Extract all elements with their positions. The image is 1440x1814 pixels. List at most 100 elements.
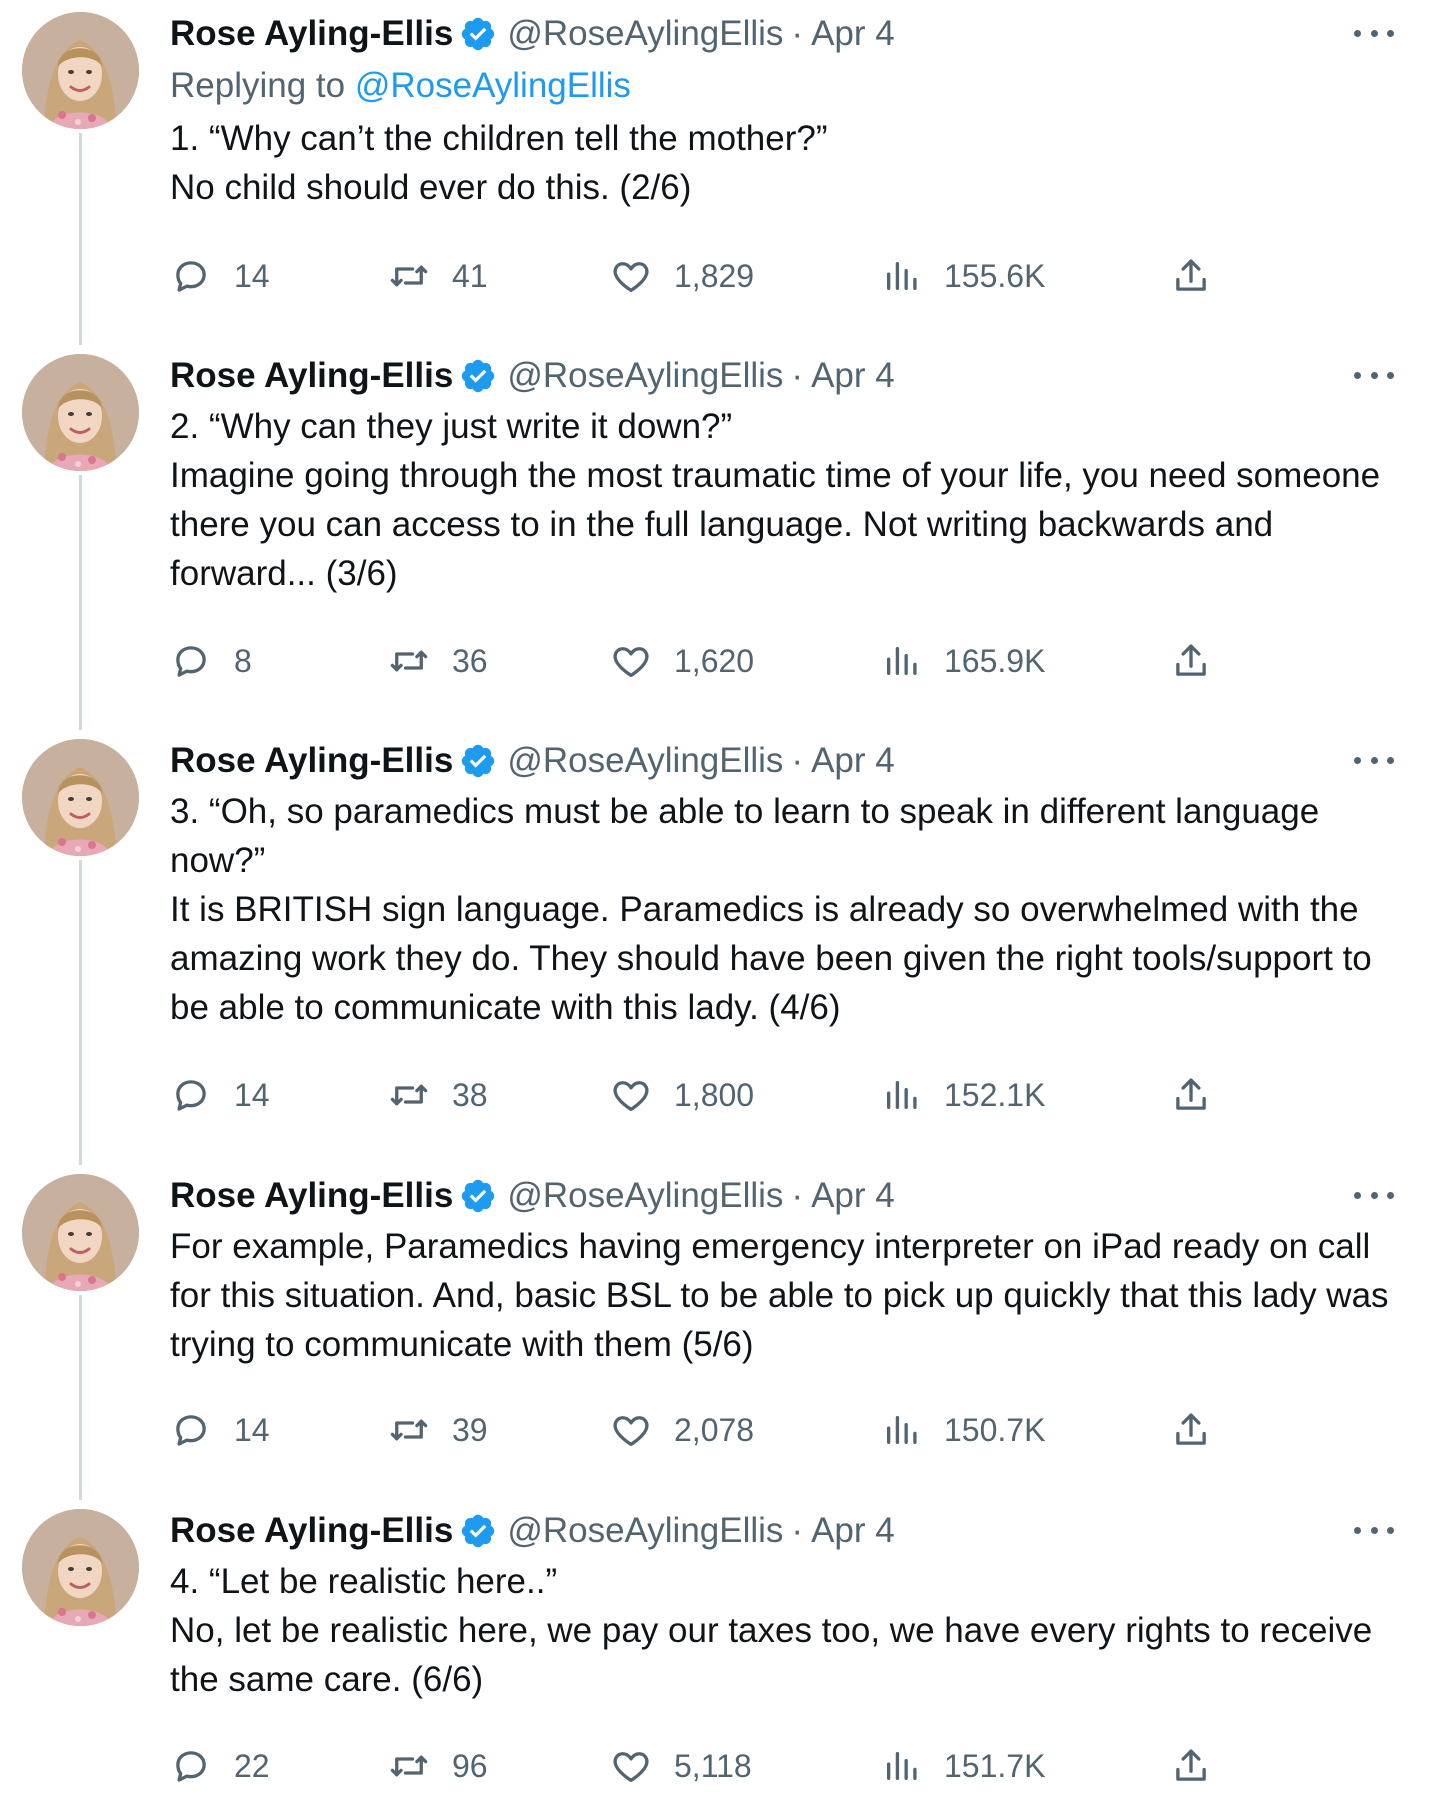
view-count: 151.7K bbox=[944, 1747, 1046, 1784]
thread-connector-line bbox=[79, 475, 82, 730]
heart-icon bbox=[610, 1074, 652, 1116]
heart-icon bbox=[610, 1409, 652, 1451]
like-button[interactable]: 2,078 bbox=[610, 1405, 754, 1455]
reply-button[interactable]: 22 bbox=[170, 1741, 270, 1791]
tweet-content: Rose Ayling-Ellis @RoseAylingEllis · Apr 4 2… bbox=[170, 354, 1400, 598]
like-count: 1,829 bbox=[674, 257, 755, 294]
tweet-date[interactable]: Apr 4 bbox=[811, 354, 895, 398]
retweet-icon bbox=[388, 255, 430, 297]
more-options-icon[interactable] bbox=[1354, 1180, 1394, 1210]
user-handle[interactable]: @RoseAylingEllis bbox=[507, 354, 783, 398]
bar-chart-icon bbox=[880, 640, 922, 682]
tweet-content: Rose Ayling-Ellis @RoseAylingEllis · Apr 4 4… bbox=[170, 1509, 1400, 1704]
tweet-actions: 22 96 5,118 151.7K bbox=[170, 1741, 1400, 1791]
share-icon bbox=[1170, 255, 1212, 297]
share-button[interactable] bbox=[1170, 251, 1212, 301]
views-button[interactable]: 151.7K bbox=[880, 1741, 1045, 1791]
display-name[interactable]: Rose Ayling-Ellis bbox=[170, 12, 453, 56]
display-name[interactable]: Rose Ayling-Ellis bbox=[170, 739, 453, 783]
retweet-icon bbox=[388, 640, 430, 682]
retweet-icon bbox=[388, 1074, 430, 1116]
like-button[interactable]: 5,118 bbox=[610, 1741, 752, 1791]
separator-dot: · bbox=[791, 1511, 804, 1550]
user-handle[interactable]: @RoseAylingEllis bbox=[507, 12, 783, 56]
share-button[interactable] bbox=[1170, 1405, 1212, 1455]
replying-to-mention-link[interactable]: @RoseAylingEllis bbox=[355, 66, 631, 105]
reply-button[interactable]: 14 bbox=[170, 1070, 270, 1120]
reply-button[interactable]: 8 bbox=[170, 636, 252, 686]
verified-badge-icon bbox=[459, 1177, 497, 1215]
like-button[interactable]: 1,800 bbox=[610, 1070, 754, 1120]
share-button[interactable] bbox=[1170, 1741, 1212, 1791]
tweet-date[interactable]: Apr 4 bbox=[811, 1174, 895, 1218]
user-handle[interactable]: @RoseAylingEllis bbox=[507, 1174, 783, 1218]
heart-icon bbox=[610, 640, 652, 682]
avatar[interactable] bbox=[22, 12, 139, 129]
user-handle[interactable]: @RoseAylingEllis bbox=[507, 1509, 783, 1553]
views-button[interactable]: 165.9K bbox=[880, 636, 1045, 686]
retweet-button[interactable]: 36 bbox=[388, 636, 488, 686]
retweet-button[interactable]: 96 bbox=[388, 1741, 488, 1791]
more-options-icon[interactable] bbox=[1354, 360, 1394, 390]
replying-to-label: Replying to bbox=[170, 66, 355, 105]
tweet-actions: 14 41 1,829 155.6K bbox=[170, 251, 1400, 301]
more-options-icon[interactable] bbox=[1354, 1515, 1394, 1545]
display-name[interactable]: Rose Ayling-Ellis bbox=[170, 1174, 453, 1218]
retweet-button[interactable]: 38 bbox=[388, 1070, 488, 1120]
verified-badge-icon bbox=[459, 357, 497, 395]
tweet-actions: 8 36 1,620 165.9K bbox=[170, 636, 1400, 686]
tweet-date[interactable]: Apr 4 bbox=[811, 12, 895, 56]
like-count: 1,800 bbox=[674, 1076, 755, 1113]
tweet-header: Rose Ayling-Ellis @RoseAylingEllis · Apr 4 bbox=[170, 12, 1400, 56]
tweet-content: Rose Ayling-Ellis @RoseAylingEllis · Apr 4R… bbox=[170, 12, 1400, 212]
like-button[interactable]: 1,620 bbox=[610, 636, 754, 686]
avatar[interactable] bbox=[22, 739, 139, 856]
retweet-count: 41 bbox=[452, 257, 488, 294]
retweet-count: 96 bbox=[452, 1747, 488, 1784]
view-count: 150.7K bbox=[944, 1411, 1046, 1448]
avatar[interactable] bbox=[22, 354, 139, 471]
verified-badge-icon bbox=[459, 15, 497, 53]
retweet-count: 38 bbox=[452, 1076, 488, 1113]
user-handle[interactable]: @RoseAylingEllis bbox=[507, 739, 783, 783]
share-button[interactable] bbox=[1170, 636, 1212, 686]
retweet-icon bbox=[388, 1409, 430, 1451]
views-button[interactable]: 150.7K bbox=[880, 1405, 1045, 1455]
reply-icon bbox=[170, 1074, 212, 1116]
thread: Rose Ayling-Ellis @RoseAylingEllis · Apr 4R… bbox=[0, 0, 1440, 1814]
reply-count: 22 bbox=[234, 1747, 270, 1784]
share-button[interactable] bbox=[1170, 1070, 1212, 1120]
reply-icon bbox=[170, 1409, 212, 1451]
display-name[interactable]: Rose Ayling-Ellis bbox=[170, 1509, 453, 1553]
tweet-date[interactable]: Apr 4 bbox=[811, 739, 895, 783]
separator-dot: · bbox=[791, 741, 804, 780]
views-button[interactable]: 155.6K bbox=[880, 251, 1045, 301]
tweet-text: 1. “Why can’t the children tell the moth… bbox=[170, 119, 828, 207]
tweet-date[interactable]: Apr 4 bbox=[811, 1509, 895, 1553]
retweet-button[interactable]: 41 bbox=[388, 251, 488, 301]
separator-dot: · bbox=[791, 356, 804, 395]
thread-connector-line bbox=[79, 133, 82, 345]
display-name[interactable]: Rose Ayling-Ellis bbox=[170, 354, 453, 398]
bar-chart-icon bbox=[880, 1745, 922, 1787]
share-icon bbox=[1170, 1745, 1212, 1787]
like-button[interactable]: 1,829 bbox=[610, 251, 754, 301]
share-icon bbox=[1170, 1074, 1212, 1116]
avatar[interactable] bbox=[22, 1174, 139, 1291]
more-options-icon[interactable] bbox=[1354, 745, 1394, 775]
reply-button[interactable]: 14 bbox=[170, 251, 270, 301]
more-options-icon[interactable] bbox=[1354, 18, 1394, 48]
retweet-button[interactable]: 39 bbox=[388, 1405, 488, 1455]
tweet-header: Rose Ayling-Ellis @RoseAylingEllis · Apr 4 bbox=[170, 1174, 1400, 1218]
separator-dot: · bbox=[791, 1176, 804, 1215]
views-button[interactable]: 152.1K bbox=[880, 1070, 1045, 1120]
retweet-icon bbox=[388, 1745, 430, 1787]
like-count: 2,078 bbox=[674, 1411, 755, 1448]
reply-button[interactable]: 14 bbox=[170, 1405, 270, 1455]
bar-chart-icon bbox=[880, 1409, 922, 1451]
like-count: 5,118 bbox=[674, 1747, 752, 1784]
heart-icon bbox=[610, 255, 652, 297]
tweet-content: Rose Ayling-Ellis @RoseAylingEllis · Apr 4 F… bbox=[170, 1174, 1400, 1369]
avatar[interactable] bbox=[22, 1509, 139, 1626]
separator-dot: · bbox=[791, 14, 804, 53]
